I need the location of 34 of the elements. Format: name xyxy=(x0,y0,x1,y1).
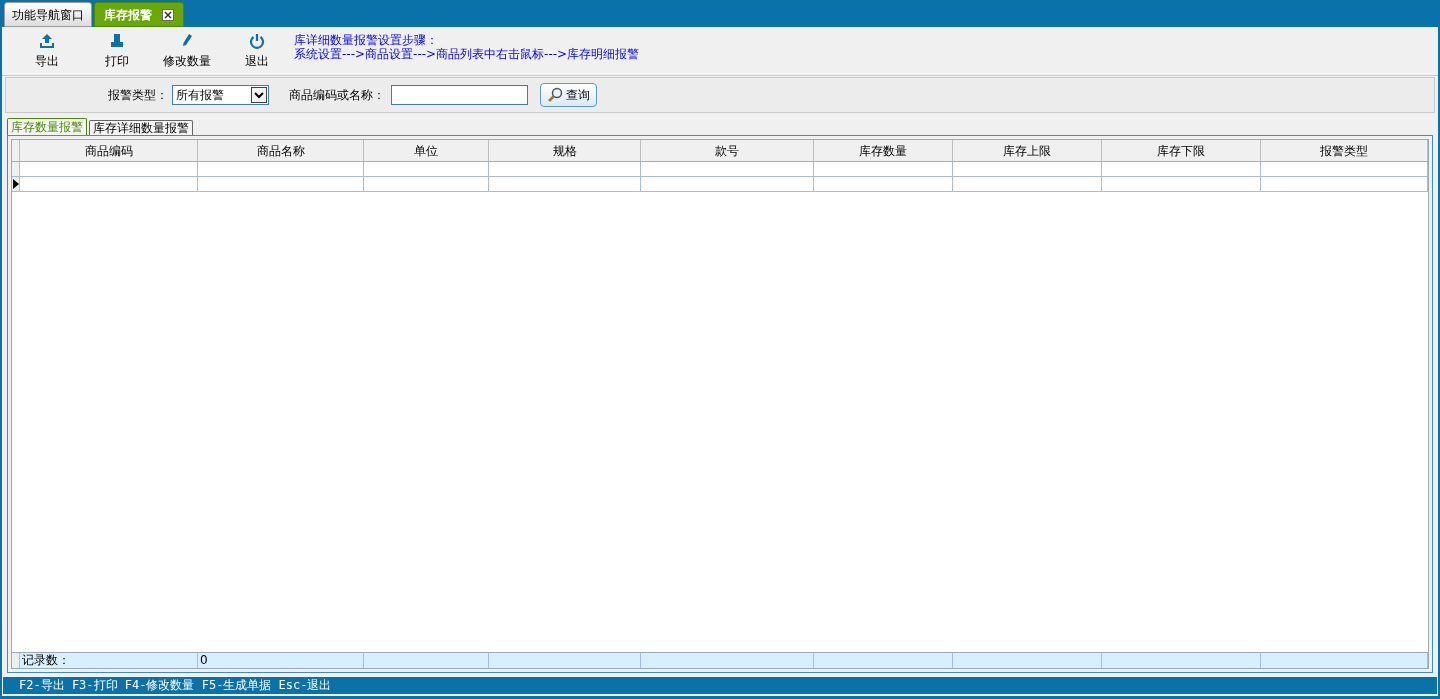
hint-text: 系统设置--->商品设置--->商品列表中右击鼠标--->库存明细报警 xyxy=(294,47,640,61)
row-header xyxy=(12,653,20,668)
record-count-value: 0 xyxy=(198,653,364,668)
column-header[interactable]: 库存上限 xyxy=(953,140,1102,161)
column-header[interactable]: 库存下限 xyxy=(1102,140,1261,161)
tab[interactable]: 库存数量报警 xyxy=(7,118,87,135)
current-row-icon xyxy=(12,179,19,189)
tab[interactable]: 库存详细数量报警 xyxy=(89,120,193,135)
printer-icon xyxy=(109,32,125,49)
column-header[interactable]: 商品编码 xyxy=(20,140,198,161)
column-header[interactable]: 单位 xyxy=(364,140,489,161)
toolbar-button[interactable]: 导出 xyxy=(16,32,78,70)
close-icon[interactable] xyxy=(162,8,174,21)
column-header[interactable]: 款号 xyxy=(641,140,814,161)
toolbar-button[interactable]: 打印 xyxy=(86,32,148,70)
column-header[interactable]: 库存数量 xyxy=(814,140,953,161)
window-tab[interactable]: 功能导航窗口 xyxy=(4,2,92,27)
toolbar-button[interactable]: 修改数量 xyxy=(156,32,218,70)
status-bar: F2-导出 F3-打印 F4-修改数量 F5-生成单据 Esc-退出 xyxy=(3,677,1437,694)
column-header[interactable]: 报警类型 xyxy=(1261,140,1428,161)
alarm-type-label: 报警类型： xyxy=(108,87,168,104)
toolbar-button[interactable]: 退出 xyxy=(226,32,288,70)
row-header[interactable] xyxy=(12,177,20,191)
upload-icon xyxy=(39,32,55,49)
power-icon xyxy=(249,32,265,49)
column-header[interactable]: 规格 xyxy=(489,140,641,161)
search-icon xyxy=(547,87,563,103)
query-button[interactable]: 查询 xyxy=(540,83,597,107)
code-or-name-field[interactable] xyxy=(391,85,528,105)
column-header[interactable]: 商品名称 xyxy=(198,140,364,161)
alarm-type-dropdown[interactable]: 所有报警 xyxy=(172,85,269,105)
code-or-name-label: 商品编码或名称： xyxy=(289,87,385,104)
record-count-label: 记录数： xyxy=(20,653,198,668)
hint-text: 库详细数量报警设置步骤： xyxy=(294,33,439,47)
